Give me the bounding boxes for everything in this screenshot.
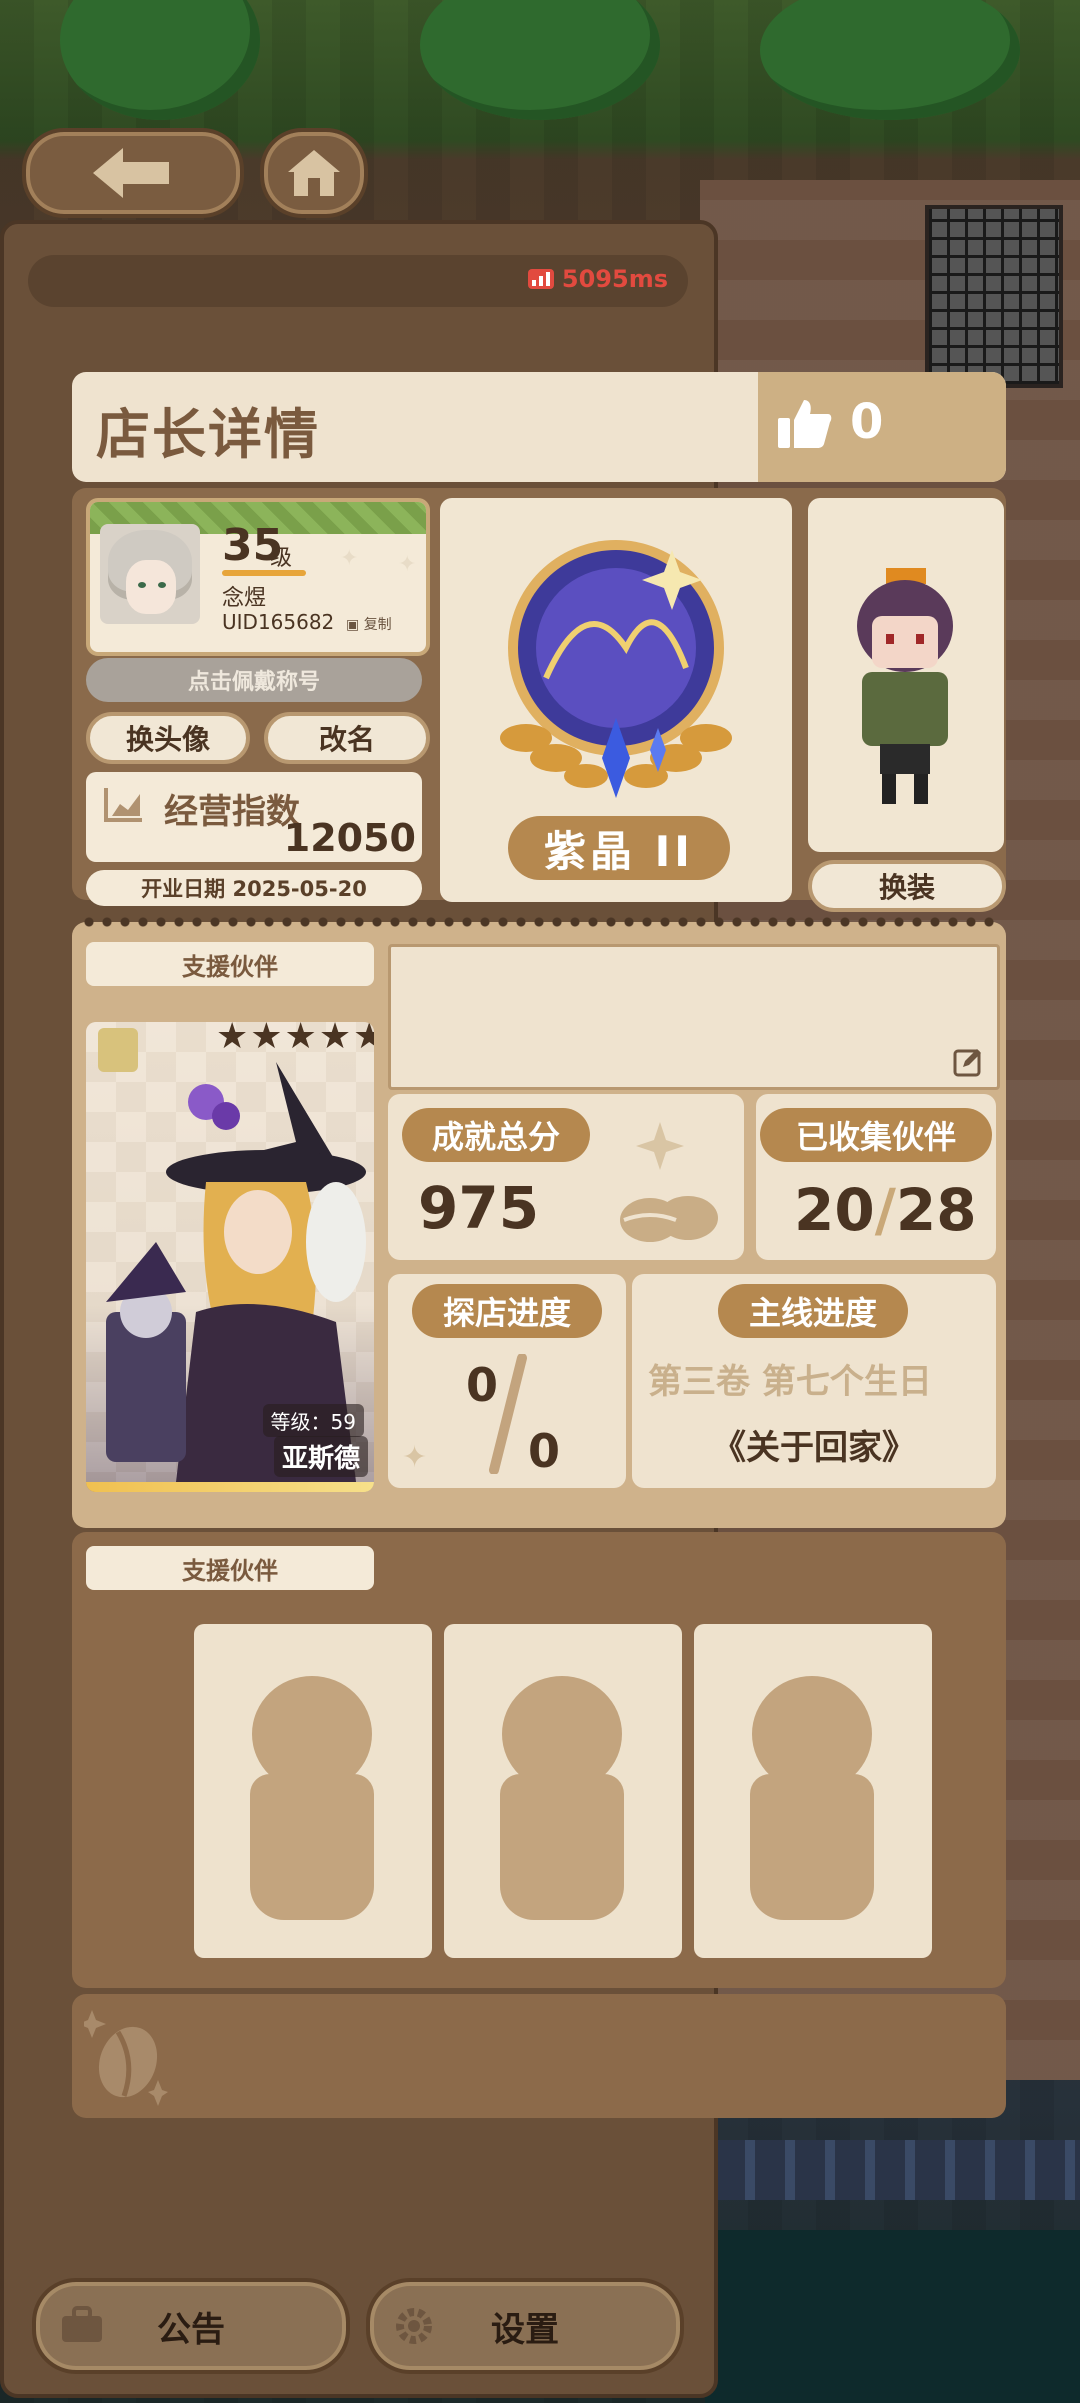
notice-label: 公告 xyxy=(157,2309,225,2350)
settings-label: 设置 xyxy=(491,2309,559,2350)
explore-total: 0 xyxy=(528,1424,561,1478)
tree-sprite xyxy=(420,0,660,120)
water xyxy=(705,2230,1080,2403)
briefcase-icon xyxy=(62,2306,102,2342)
support-section-label-2: 支援伙伴 xyxy=(86,1546,374,1590)
shop-window xyxy=(925,205,1063,388)
modal-title: 店长详情 xyxy=(96,403,320,466)
rank-name: 紫晶 II xyxy=(508,816,730,880)
main-story-label: 主线进度 xyxy=(718,1284,908,1338)
change-avatar-button[interactable]: 换头像 xyxy=(86,712,250,764)
amethyst-rank-emblem-icon xyxy=(500,540,732,798)
open-date: 开业日期 2025-05-20 xyxy=(86,870,422,906)
collected-fraction: 20/28 xyxy=(794,1176,977,1244)
collected-value: 20 xyxy=(794,1176,875,1244)
sparkle-icon: ✦ xyxy=(340,546,359,571)
level-unit: 级 xyxy=(270,546,293,571)
decorative-divider xyxy=(80,916,998,928)
settings-button[interactable]: 设置 xyxy=(366,2278,684,2374)
coffee-bean-icon xyxy=(620,1122,718,1242)
silhouette-body-icon xyxy=(250,1774,374,1920)
fraction-slash xyxy=(489,1354,527,1474)
signature-note-box[interactable] xyxy=(388,944,1000,1090)
avatar[interactable] xyxy=(100,524,200,624)
explore-label: 探店进度 xyxy=(412,1284,602,1338)
support-partner-card[interactable]: ★★★★★ 等级：59 亚斯德 xyxy=(86,1022,374,1492)
business-index-label: 经营指数 xyxy=(164,792,300,832)
tree-sprite xyxy=(60,0,260,120)
fence xyxy=(705,2140,1080,2200)
explore-progress-card: 探店进度 0 0 ✦ xyxy=(388,1274,626,1488)
business-index-value: 12050 xyxy=(283,816,416,860)
character-sprite-icon xyxy=(857,568,953,804)
collected-partners-card: 已收集伙伴 20/28 xyxy=(756,1094,996,1260)
player-uid: UID165682 xyxy=(222,610,335,634)
home-icon xyxy=(288,150,340,196)
network-status-bar: 5095ms xyxy=(28,255,688,307)
achievement-value: 975 xyxy=(418,1174,540,1242)
ping-indicator: 5095ms xyxy=(527,265,668,293)
wear-title-button[interactable]: 点击佩戴称号 xyxy=(86,658,422,702)
ping-text: 5095ms xyxy=(561,265,668,293)
coffee-bean-icon xyxy=(84,2010,168,2106)
like-count: 0 xyxy=(850,394,884,450)
main-story-card: 主线进度 第三卷 第七个生日 《关于回家》 xyxy=(632,1274,996,1488)
like-button[interactable]: 0 xyxy=(758,372,1006,482)
back-arrow-icon xyxy=(93,148,169,198)
edit-icon[interactable] xyxy=(953,1047,983,1077)
collected-label: 已收集伙伴 xyxy=(760,1108,992,1162)
chart-icon xyxy=(104,788,142,822)
home-button[interactable] xyxy=(260,128,368,218)
achievement-label: 成就总分 xyxy=(402,1108,590,1162)
player-name: 念煜 xyxy=(222,586,267,611)
sparkle-icon: ✦ xyxy=(402,1440,428,1475)
thumbs-up-icon xyxy=(778,400,832,448)
silhouette-body-icon xyxy=(500,1774,624,1920)
business-index-card: 经营指数 12050 xyxy=(86,772,422,862)
back-button[interactable] xyxy=(22,128,244,218)
empty-support-slot[interactable] xyxy=(194,1624,432,1958)
main-story-title: 《关于回家》 xyxy=(712,1428,916,1468)
level-underline xyxy=(222,570,306,576)
change-outfit-button[interactable]: 换装 xyxy=(808,860,1006,912)
partner-level: 等级：59 xyxy=(262,1404,364,1437)
empty-support-slot[interactable] xyxy=(694,1624,932,1958)
signal-icon xyxy=(527,269,554,289)
sparkle-icon: ✦ xyxy=(398,552,417,577)
copy-uid-button[interactable]: ▣ 复制 xyxy=(346,614,392,634)
tree-sprite xyxy=(760,0,1020,120)
gear-icon xyxy=(396,2308,432,2344)
partner-name: 亚斯德 xyxy=(273,1436,368,1477)
rename-button[interactable]: 改名 xyxy=(264,712,430,764)
notice-button[interactable]: 公告 xyxy=(32,2278,350,2374)
modal-header: 店长详情 0 xyxy=(72,372,1006,482)
shop-owner-detail-modal: 店长详情 0 35 级 念煜 UID165682 ▣ 复制 ✦ ✦ 点击佩戴称号… xyxy=(72,372,1006,2118)
rarity-bar xyxy=(86,1482,374,1492)
coffee-bean-footer xyxy=(72,1994,1006,2118)
partner-star-rating: ★★★★★ xyxy=(216,1022,374,1057)
silhouette-body-icon xyxy=(750,1774,874,1920)
achievement-score-card: 成就总分 975 xyxy=(388,1094,744,1260)
rank-badge-card: 紫晶 II xyxy=(440,498,792,902)
outfit-preview-card xyxy=(808,498,1004,852)
main-story-chapter: 第三卷 第七个生日 xyxy=(648,1362,932,1402)
copy-label: 复制 xyxy=(363,617,392,633)
support-section-label: 支援伙伴 xyxy=(86,942,374,986)
empty-support-slot[interactable] xyxy=(444,1624,682,1958)
collected-total: 28 xyxy=(895,1176,977,1244)
player-card: 35 级 念煜 UID165682 ▣ 复制 ✦ ✦ xyxy=(86,498,430,656)
